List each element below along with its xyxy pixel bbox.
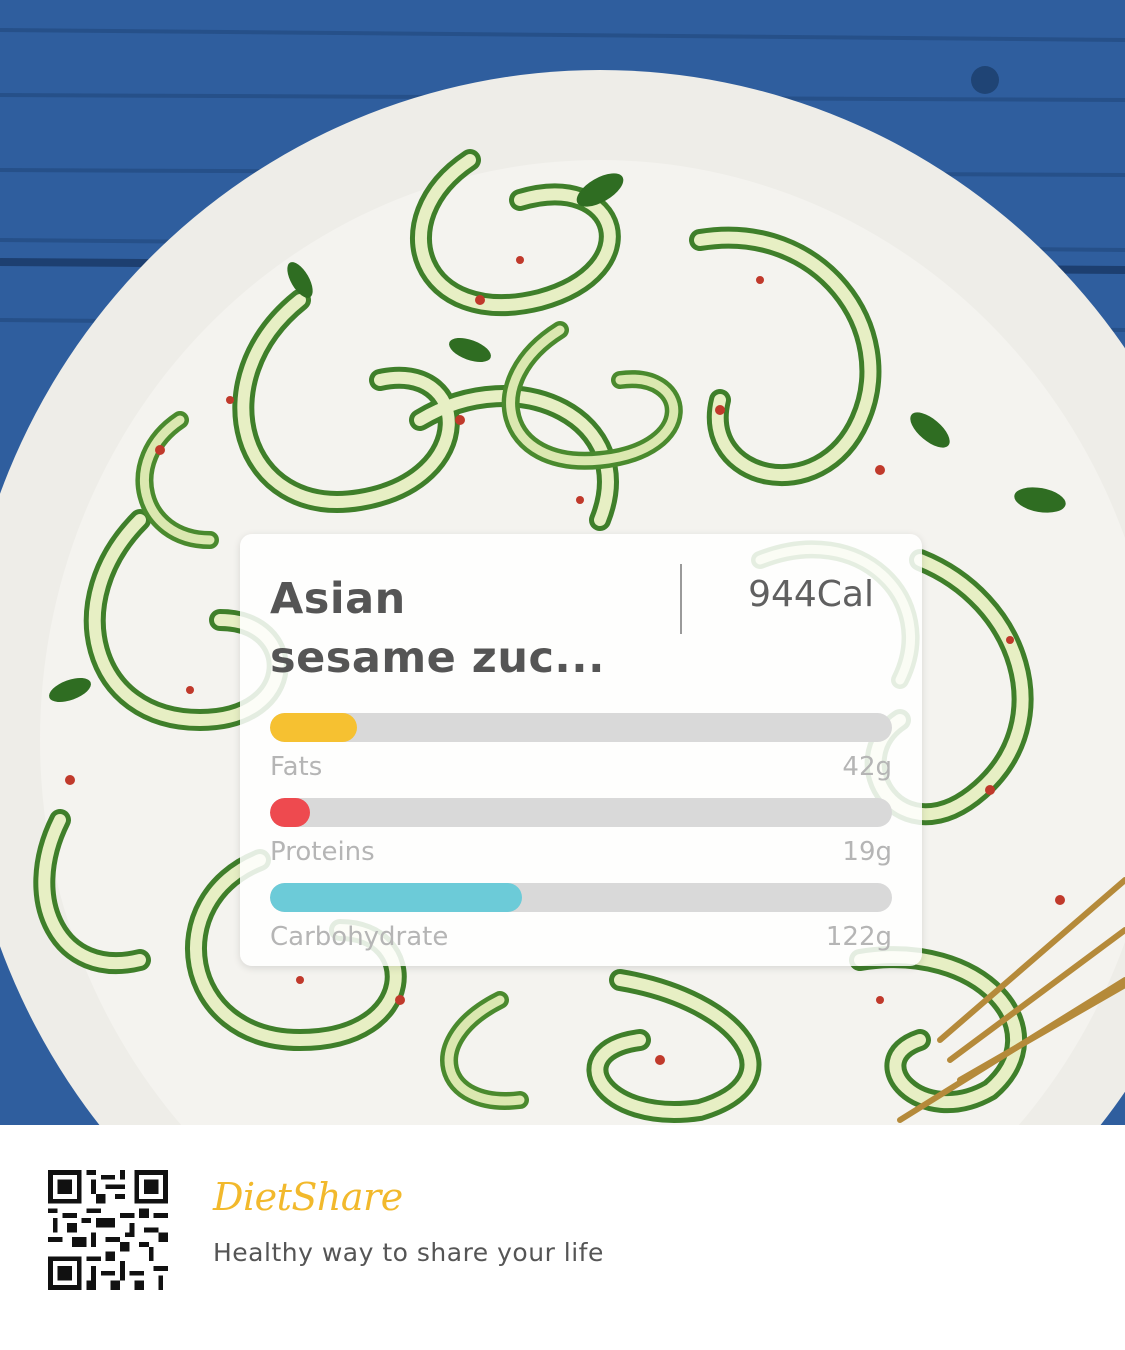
proteins-bar-fill [270,798,311,827]
proteins-value: 19g [842,837,892,867]
carbohydrate-label: Carbohydrate [270,922,449,952]
calories-value: 944Cal [748,574,874,615]
brand-logo: DietShare [213,1175,403,1219]
fats-value: 42g [842,752,892,782]
title-divider [680,564,682,634]
proteins-bar-track [270,798,892,827]
carbohydrate-bar-fill [270,883,522,912]
fats-bar-track [270,713,892,742]
fats-bar-fill [270,713,358,742]
carbohydrate-value: 122g [825,922,892,952]
qr-code-icon [48,1170,168,1290]
fats-label: Fats [270,752,323,782]
footer: DietShare Healthy way to share your life [0,1125,1125,1350]
proteins-label: Proteins [270,837,375,867]
carbohydrate-bar-track [270,883,892,912]
nutrition-card: Asian sesame zuc... 944Cal Fats 42g Prote… [240,534,922,966]
tagline: Healthy way to share your life [213,1238,604,1267]
food-name: Asian sesame zuc... [270,574,605,683]
